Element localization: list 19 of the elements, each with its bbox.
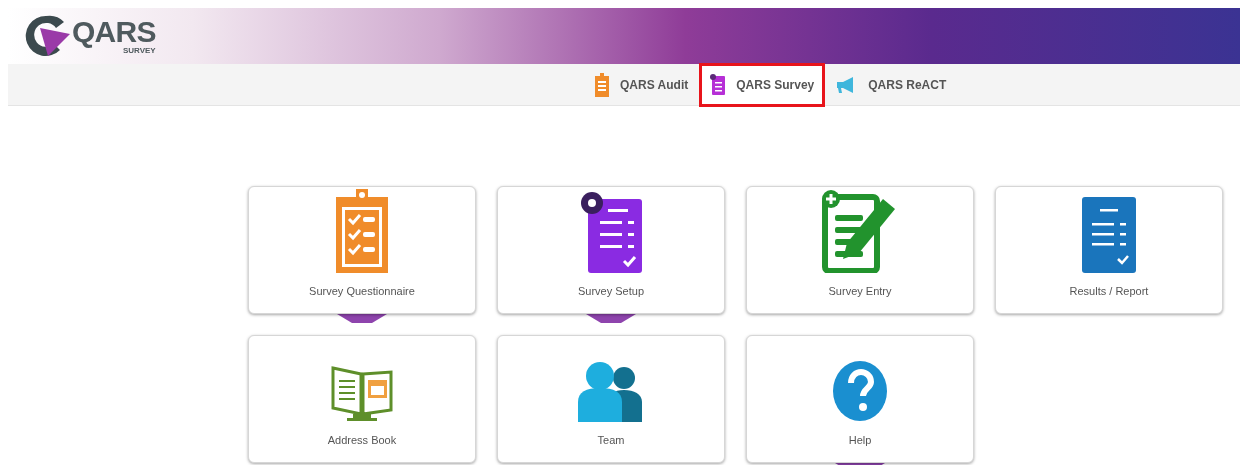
nav-tab[interactable]: QARS Audit — [586, 65, 697, 104]
clipboard-checklist-icon — [336, 188, 388, 273]
app-tile[interactable]: Team — [497, 335, 725, 463]
app-tile[interactable]: Address Book — [248, 335, 476, 463]
logo-subtitle: SURVEY — [122, 47, 156, 55]
open-book-icon — [331, 363, 393, 422]
app-tile[interactable]: Survey Entry — [746, 186, 974, 314]
help-icon — [832, 359, 888, 422]
app-tile[interactable]: Survey Questionnaire — [248, 186, 476, 314]
nav-tab[interactable]: QARS Survey — [702, 65, 823, 104]
app-tile[interactable]: Help — [746, 335, 974, 463]
clipboard-icon — [594, 72, 610, 97]
app-tile[interactable]: Results / Report — [995, 186, 1223, 314]
logo-title: QARS — [72, 17, 156, 47]
people-icon — [578, 359, 644, 422]
nav-tab[interactable]: QARS ReACT — [828, 65, 955, 104]
app-tile[interactable]: Survey Setup — [497, 186, 725, 314]
document-icon — [710, 73, 727, 96]
document-check-icon — [1082, 196, 1136, 273]
